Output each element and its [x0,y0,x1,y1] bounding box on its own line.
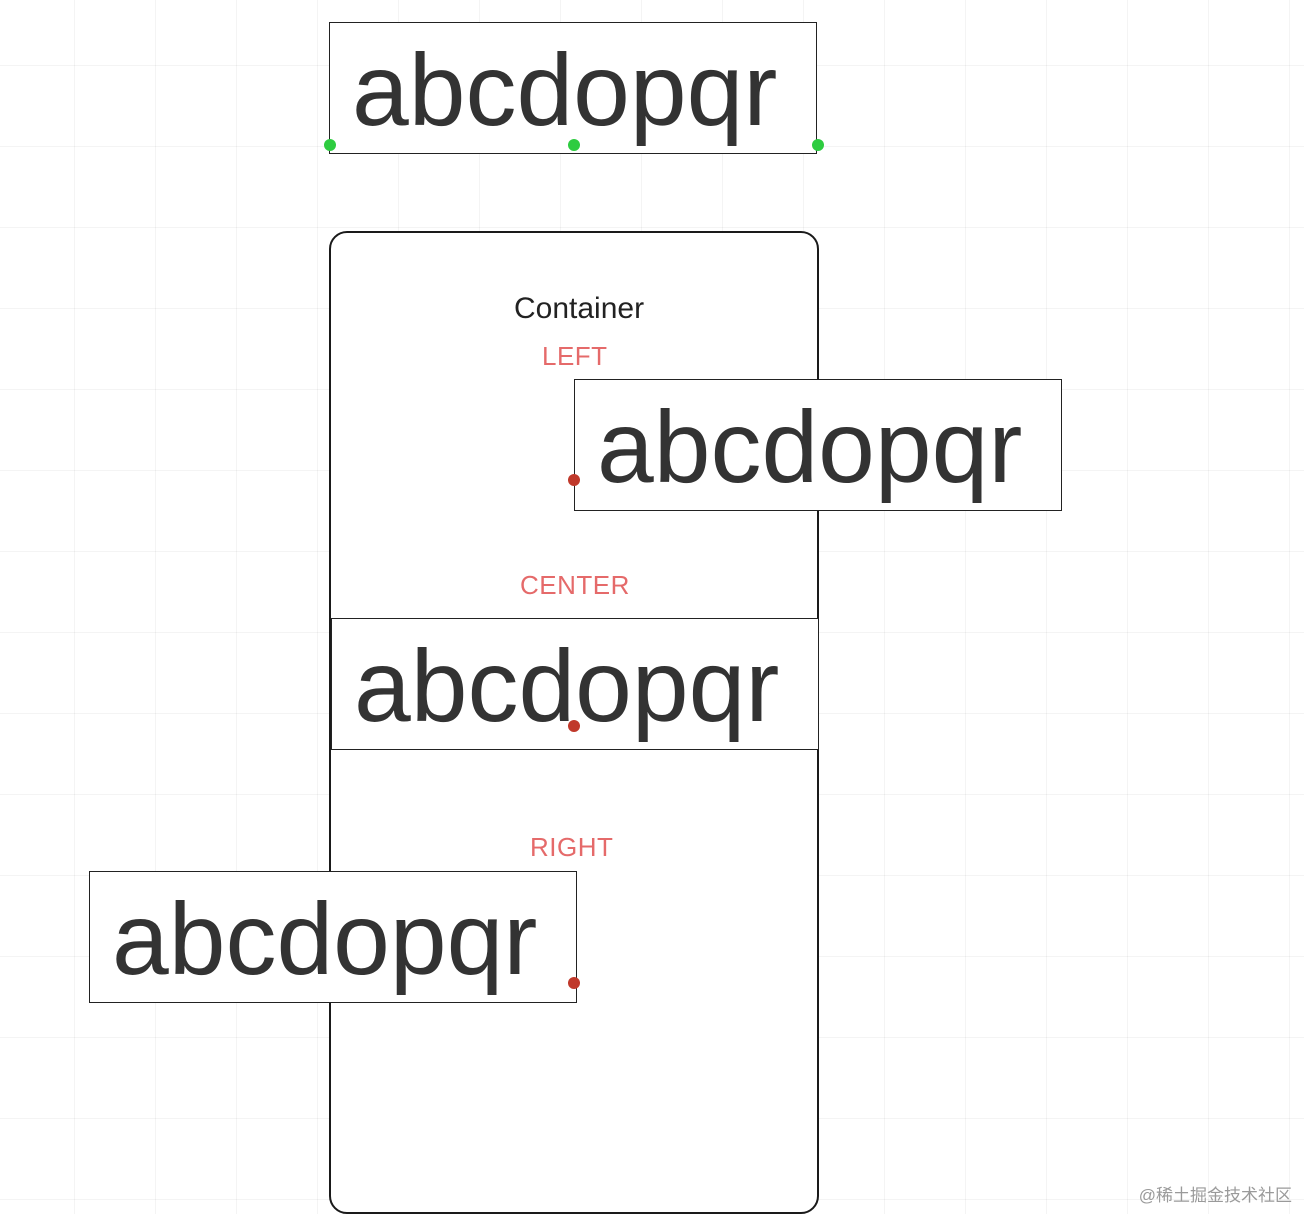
diagram-stage: abcdopqr Container LEFT abcdopqr CENTER … [0,0,1304,1214]
text-box-top: abcdopqr [329,22,817,154]
anchor-dot-right-align-icon [568,977,580,989]
align-label-right: RIGHT [530,832,613,863]
watermark-text: @稀土掘金技术社区 [1139,1181,1292,1206]
anchor-dot-center-align-icon [568,720,580,732]
text-box-left-align: abcdopqr [574,379,1062,511]
anchor-dot-left-align-icon [568,474,580,486]
anchor-dot-center-icon [568,139,580,151]
anchor-dot-right-icon [812,139,824,151]
anchor-dot-left-icon [324,139,336,151]
text-box-right-align: abcdopqr [89,871,577,1003]
align-label-left: LEFT [542,341,608,372]
align-label-center: CENTER [520,570,630,601]
container-title: Container [514,292,644,326]
